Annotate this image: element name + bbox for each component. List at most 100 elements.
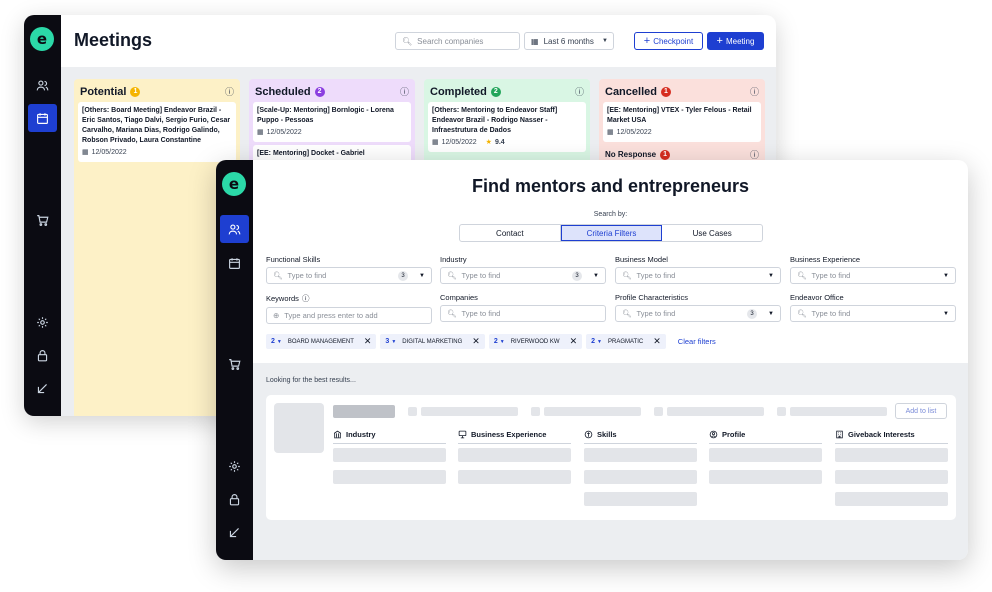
filter-chip[interactable]: 2 ▼ BOARD MANAGEMENT ✕ <box>266 334 377 349</box>
period-select[interactable]: ▦ Last 6 months ▼ <box>524 32 614 50</box>
chevron-down-icon[interactable]: ▼ <box>943 273 949 279</box>
chevron-down-icon[interactable]: ▼ <box>943 311 949 317</box>
clear-filters-link[interactable]: Clear filters <box>678 337 716 346</box>
industry-input[interactable]: 🔍︎ Type to find 3 ▼ <box>440 267 606 284</box>
tab-contact[interactable]: Contact <box>460 225 561 241</box>
filter-label: Business Experience <box>790 255 861 264</box>
filter-label: Functional Skills <box>266 255 321 264</box>
filter-placeholder: Type and press enter to add <box>284 311 378 320</box>
column-title: No Response <box>605 150 657 159</box>
profile-characteristics-input[interactable]: 🔍︎ Type to find 3 ▼ <box>615 305 781 322</box>
calendar-icon[interactable] <box>28 104 57 132</box>
filter-functional-skills: Functional Skills 🔍︎ Type to find 3 ▼ <box>266 255 432 284</box>
keywords-input[interactable]: ⊕ Type and press enter to add <box>266 307 432 324</box>
skeleton-bar <box>584 492 697 506</box>
column-header: Potential 1 ⓘ <box>78 83 236 102</box>
filter-chip[interactable]: 2 ▼ PRAGMATIC ✕ <box>586 334 666 349</box>
result-col-skills: Skills <box>584 430 697 444</box>
skeleton-bar <box>835 492 948 506</box>
count-badge: 2 <box>314 86 325 97</box>
app-logo[interactable]: e <box>222 172 246 196</box>
collapse-icon[interactable] <box>24 374 61 402</box>
col-label: Profile <box>722 430 746 439</box>
people-icon[interactable] <box>24 71 61 99</box>
meeting-button[interactable]: + Meeting <box>707 32 764 50</box>
tab-criteria-filters[interactable]: Criteria Filters <box>560 225 663 241</box>
business-experience-input[interactable]: 🔍︎ Type to find ▼ <box>790 267 956 284</box>
calendar-icon: ▦ <box>432 139 439 146</box>
search-icon: 🔍︎ <box>622 271 632 280</box>
info-icon[interactable]: ⓘ <box>400 85 409 98</box>
filter-label: Companies <box>440 293 478 302</box>
close-icon[interactable]: ✕ <box>472 336 480 347</box>
people-icon[interactable] <box>220 215 249 243</box>
plus-icon: + <box>716 35 723 47</box>
filter-label: Keywords ⓘ <box>266 293 432 304</box>
settings-icon[interactable] <box>216 452 253 480</box>
column-header: Completed 2 ⓘ <box>428 83 586 102</box>
search-icon: 🔍︎ <box>447 309 457 318</box>
business-model-input[interactable]: 🔍︎ Type to find ▼ <box>615 267 781 284</box>
close-icon[interactable]: ✕ <box>653 336 661 347</box>
meeting-title: [EE: Mentoring] Docket - Gabriel <box>257 150 365 157</box>
filter-placeholder: Type to find <box>811 271 851 280</box>
page-title: Meetings <box>74 30 153 50</box>
skeleton-bar <box>458 448 571 462</box>
search-icon: 🔍︎ <box>797 309 807 318</box>
app-logo[interactable]: e <box>30 27 54 51</box>
collapse-icon[interactable] <box>216 518 253 546</box>
skeleton-bar <box>835 470 948 484</box>
count-badge: 2 <box>490 86 501 97</box>
skeleton-bar <box>333 470 446 484</box>
info-icon[interactable]: ⓘ <box>750 85 759 98</box>
filter-chip[interactable]: 3 ▼ DIGITAL MARKETING ✕ <box>380 334 485 349</box>
user-circle-icon <box>709 430 718 439</box>
close-icon[interactable]: ✕ <box>570 336 578 347</box>
chevron-down-icon[interactable]: ▼ <box>768 311 774 317</box>
result-col-giveback-interests: Giveback Interests <box>835 430 948 444</box>
skeleton-bar <box>584 448 697 462</box>
skeleton-bar <box>584 470 697 484</box>
sidebar: e <box>216 160 253 560</box>
info-icon[interactable]: ⓘ <box>302 293 310 304</box>
cart-icon[interactable] <box>216 350 253 378</box>
endeavor-office-input[interactable]: 🔍︎ Type to find ▼ <box>790 305 956 322</box>
bank-icon <box>333 430 342 439</box>
chevron-down-icon: ▼ <box>391 338 397 345</box>
calendar-icon: ▦ <box>82 149 89 156</box>
calendar-icon[interactable] <box>216 249 253 277</box>
functional-skills-input[interactable]: 🔍︎ Type to find 3 ▼ <box>266 267 432 284</box>
chevron-down-icon[interactable]: ▼ <box>419 273 425 279</box>
lock-icon[interactable] <box>216 485 253 513</box>
filter-chip[interactable]: 2 ▼ RIVERWOOD KW ✕ <box>488 334 583 349</box>
chevron-down-icon[interactable]: ▼ <box>593 273 599 279</box>
search-placeholder: Search companies <box>417 36 484 46</box>
skeleton-bar <box>709 448 822 462</box>
tab-use-cases[interactable]: Use Cases <box>662 225 762 241</box>
count-badge: 1 <box>660 86 671 97</box>
add-to-list-button[interactable]: Add to list <box>895 403 947 419</box>
col-label: Skills <box>597 430 617 439</box>
filter-companies: Companies 🔍︎ Type to find <box>440 293 606 322</box>
search-icon: 🔍︎ <box>622 309 632 318</box>
meeting-card[interactable]: [Scale-Up: Mentoring] Bornlogic - Lorena… <box>253 102 411 142</box>
search-input[interactable]: 🔍︎ Search companies <box>395 32 520 50</box>
checkpoint-button[interactable]: + Checkpoint <box>634 32 703 50</box>
selected-count: 3 <box>747 308 758 319</box>
meeting-card[interactable]: [EE: Mentoring] VTEX - Tyler Felous - Re… <box>603 102 761 142</box>
filter-label: Industry <box>440 255 467 264</box>
column-title: Completed <box>430 85 487 98</box>
info-icon[interactable]: ⓘ <box>575 85 584 98</box>
settings-icon[interactable] <box>24 308 61 336</box>
meeting-card[interactable]: [Others: Board Meeting] Endeavor Brazil … <box>78 102 236 162</box>
chevron-down-icon[interactable]: ▼ <box>768 273 774 279</box>
close-icon[interactable]: ✕ <box>364 336 372 347</box>
meeting-card[interactable]: [Others: Mentoring to Endeavor Staff] En… <box>428 102 586 152</box>
companies-input[interactable]: 🔍︎ Type to find <box>440 305 606 322</box>
column-header: Scheduled 2 ⓘ <box>253 83 411 102</box>
info-icon[interactable]: ⓘ <box>225 85 234 98</box>
skeleton-bar <box>654 407 663 416</box>
lock-icon[interactable] <box>24 341 61 369</box>
cart-icon[interactable] <box>24 206 61 234</box>
chip-count: 2 <box>493 338 498 345</box>
